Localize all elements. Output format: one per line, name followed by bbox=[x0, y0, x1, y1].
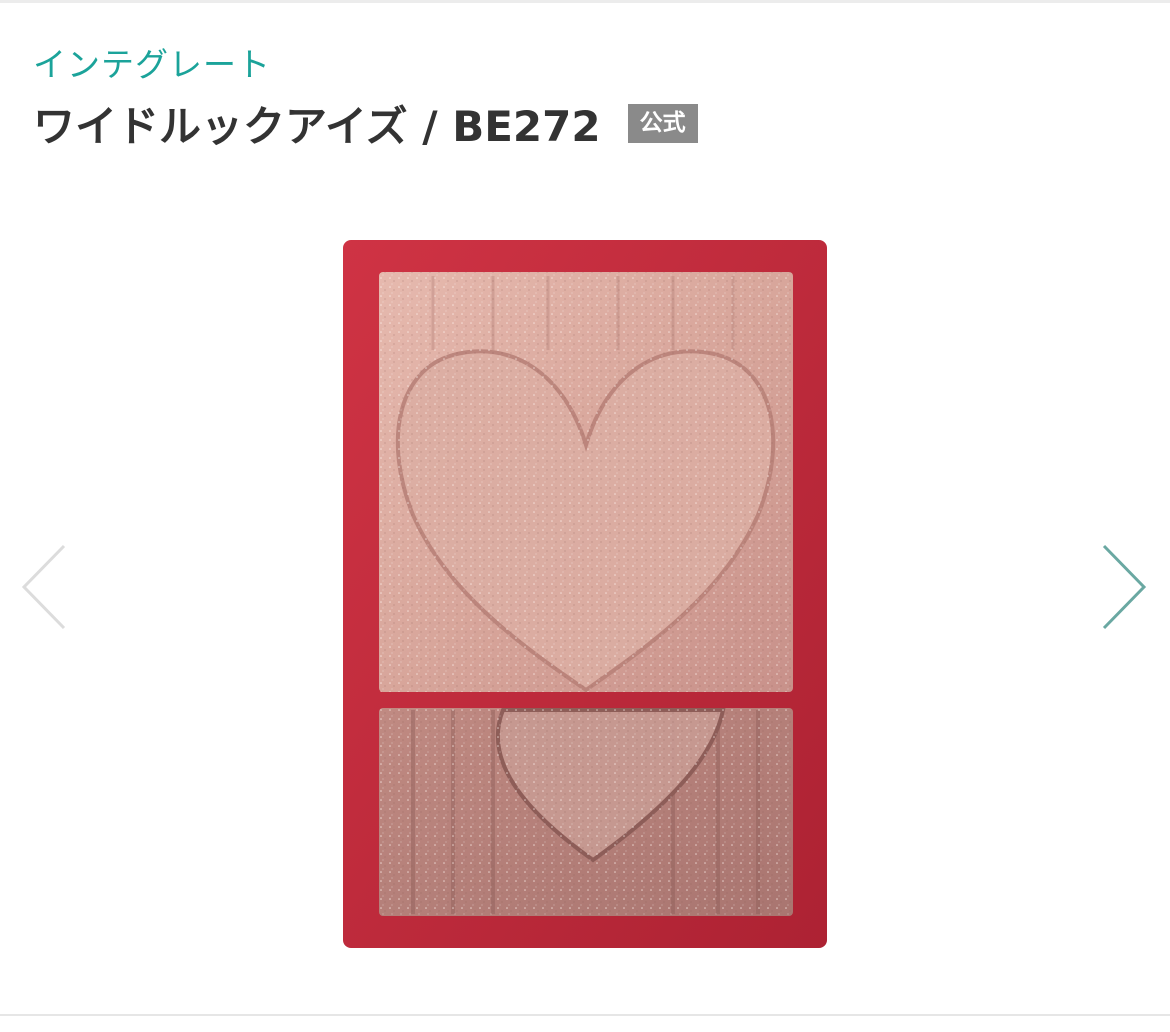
carousel-next-button[interactable] bbox=[1100, 542, 1150, 632]
chevron-right-icon bbox=[1102, 544, 1147, 630]
product-image bbox=[343, 240, 827, 948]
brand-name-link[interactable]: インテグレート bbox=[33, 38, 271, 86]
carousel-prev-button[interactable] bbox=[18, 542, 68, 632]
bottom-divider bbox=[0, 1014, 1170, 1016]
top-divider bbox=[0, 0, 1170, 3]
title-row: ワイドルックアイズ / BE272 公式 bbox=[33, 96, 698, 151]
chevron-left-icon bbox=[21, 544, 66, 630]
official-badge: 公式 bbox=[627, 103, 698, 143]
product-image-carousel[interactable] bbox=[0, 230, 1170, 960]
product-title: ワイドルックアイズ / BE272 bbox=[33, 101, 601, 151]
product-page: インテグレート ワイドルックアイズ / BE272 公式 bbox=[0, 0, 1170, 1032]
